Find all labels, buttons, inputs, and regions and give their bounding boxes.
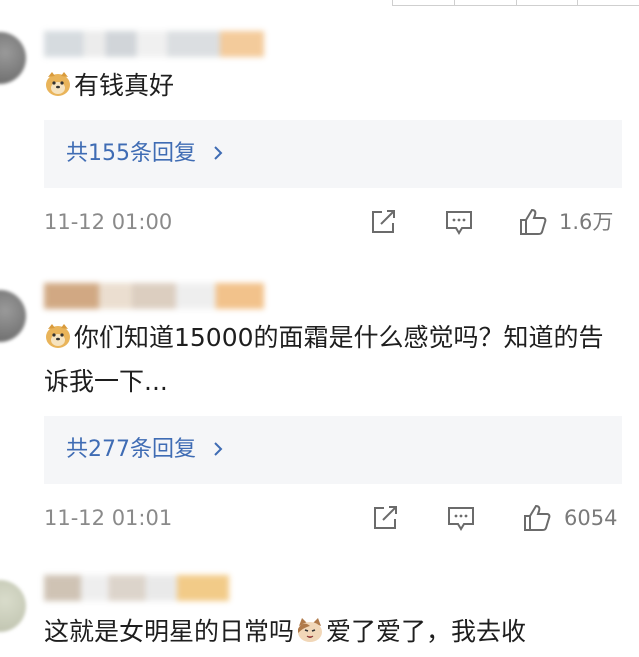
top-tab[interactable] — [515, 0, 578, 6]
timestamp: 11-12 01:00 — [44, 210, 173, 234]
comment-meta: 11-12 01:01 6054 — [44, 501, 624, 535]
comment-text: 这就是女明星的日常吗 爱了爱了，我去收 — [44, 610, 624, 654]
view-replies-link[interactable]: 共155条回复 — [66, 120, 225, 188]
top-tab-strip — [392, 0, 639, 6]
replies-box[interactable]: 共155条回复 — [44, 120, 622, 188]
share-icon[interactable] — [370, 503, 400, 533]
username-blurred[interactable] — [44, 31, 264, 57]
comment-body: 你们知道15000的面霜是什么感觉吗？知道的告诉我一下... — [44, 323, 604, 396]
top-tab[interactable] — [392, 0, 454, 6]
doge-emoji — [46, 324, 70, 348]
comment-body-continued: 爱了爱了，我去收 — [326, 617, 527, 646]
top-tab[interactable] — [453, 0, 516, 6]
comment-body: 这就是女明星的日常吗 — [44, 617, 295, 646]
comment-text: 有钱真好 — [44, 64, 624, 108]
avatar[interactable] — [0, 580, 26, 632]
replies-box[interactable]: 共277条回复 — [44, 416, 622, 484]
top-tab[interactable] — [577, 0, 639, 6]
like-count: 1.6万 — [559, 210, 614, 234]
username-blurred[interactable] — [44, 283, 264, 309]
timestamp: 11-12 01:01 — [44, 506, 173, 530]
share-icon[interactable] — [368, 207, 398, 237]
chevron-right-icon — [214, 146, 223, 160]
comment-meta: 11-12 01:00 1.6万 — [44, 205, 624, 239]
avatar[interactable] — [0, 290, 26, 342]
thumbs-up-icon[interactable] — [518, 207, 548, 237]
cat-emoji — [298, 618, 323, 642]
username-blurred[interactable] — [44, 575, 229, 601]
chevron-right-icon — [214, 442, 223, 456]
comment-icon[interactable] — [446, 503, 476, 533]
view-replies-link[interactable]: 共277条回复 — [66, 416, 225, 484]
comment-icon[interactable] — [444, 207, 474, 237]
comment-text: 你们知道15000的面霜是什么感觉吗？知道的告诉我一下... — [44, 316, 624, 404]
comment-body: 有钱真好 — [74, 71, 175, 100]
doge-emoji — [46, 72, 70, 96]
thumbs-up-icon[interactable] — [522, 503, 552, 533]
like-count: 6054 — [564, 506, 618, 530]
avatar[interactable] — [0, 32, 26, 84]
